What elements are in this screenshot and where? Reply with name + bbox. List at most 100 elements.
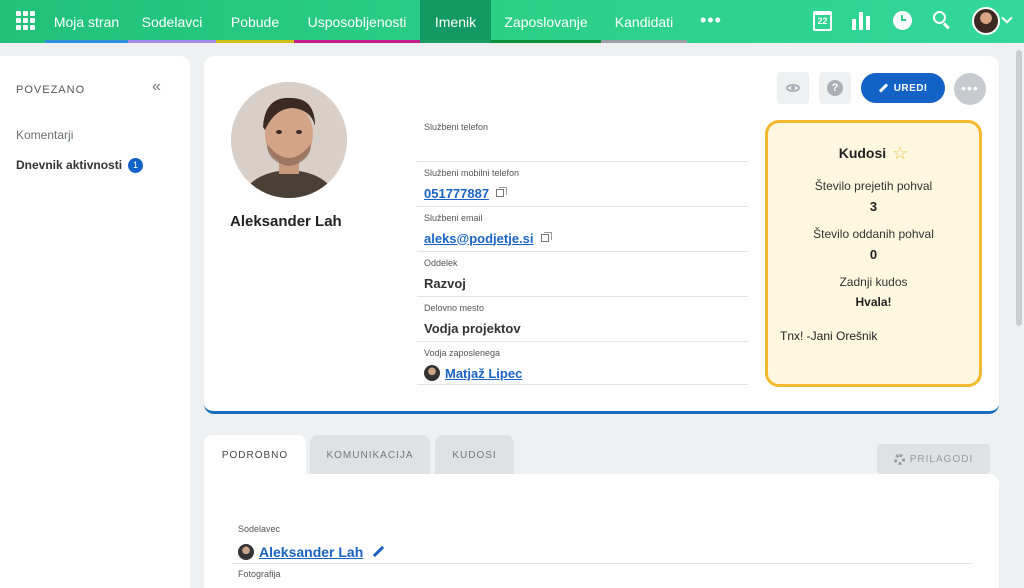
tab-details[interactable]: PODROBNO (204, 435, 306, 475)
nav-item-zaposlovanje[interactable]: Zaposlovanje (491, 0, 601, 43)
chart-icon[interactable] (852, 12, 870, 30)
eye-icon (786, 84, 800, 92)
last-kudos-label: Zadnji kudos (839, 275, 908, 289)
field-label: Oddelek (424, 258, 458, 268)
nav-item-label: Moja stran (53, 13, 120, 30)
scrollbar[interactable] (1016, 50, 1022, 326)
kudos-card: Kudosi ☆ Število prejetih pohval 3 Števil… (765, 120, 982, 387)
nav-item-moja-stran[interactable]: Moja stran (45, 0, 128, 43)
divider (232, 563, 972, 564)
field-work-phone: Službeni telefon (417, 116, 748, 162)
profile-photo (231, 82, 347, 198)
nav-item-label: Usposobljenosti (307, 13, 407, 30)
edit-button[interactable]: UREDI (861, 73, 945, 103)
help-button[interactable]: ? (819, 72, 851, 104)
calendar-icon[interactable]: 22 (813, 11, 832, 31)
nav-item-accent-bar (45, 40, 128, 43)
customize-button-label: PRILAGODI (909, 453, 974, 465)
copy-icon[interactable] (496, 187, 508, 197)
nav-item-accent-bar (294, 40, 420, 43)
received-kudos-value: 3 (869, 199, 878, 214)
nav-item-accent-bar (491, 40, 601, 43)
contact-fields: Službeni telefon Službeni mobilni telefo… (417, 116, 748, 385)
gear-icon (893, 453, 905, 465)
star-icon[interactable]: ☆ (892, 143, 908, 163)
edit-button-label: UREDI (893, 82, 928, 94)
email-link[interactable]: aleks@podjetje.si (424, 231, 534, 246)
mobile-phone-link[interactable]: 051777887 (424, 186, 489, 201)
field-email: Službeni email aleks@podjetje.si (417, 207, 748, 252)
field-label: Vodja zaposlenega (424, 348, 501, 358)
sidebar-item-activity-log[interactable]: Dnevnik aktivnosti 1 (16, 158, 144, 173)
given-kudos-label: Število oddanih pohval (813, 227, 934, 241)
view-button[interactable] (777, 72, 809, 104)
coworker-label: Sodelavec (238, 524, 281, 534)
profile-name: Aleksander Lah (230, 213, 342, 230)
top-navigation-bar: Moja stran Sodelavci Pobude Usposobljenosti… (0, 0, 1024, 43)
field-department: Oddelek Razvoj (417, 252, 748, 297)
field-value: Razvoj (424, 275, 466, 291)
field-mobile-phone: Službeni mobilni telefon 051777887 (417, 162, 748, 207)
field-manager: Vodja zaposlenega Matjaž Lipec (417, 342, 748, 385)
received-kudos-label: Število prejetih pohval (814, 179, 933, 193)
nav-item-pobude[interactable]: Pobude (216, 0, 294, 43)
field-label: Delovno mesto (424, 303, 485, 313)
apps-grid-icon[interactable] (16, 11, 35, 30)
related-sidebar: POVEZANO « Komentarji Dnevnik aktivnosti… (0, 56, 190, 588)
count-badge: 1 (128, 158, 144, 173)
nav-item-label: Sodelavci (141, 13, 203, 30)
pencil-icon (879, 84, 888, 93)
field-label: Službeni telefon (424, 122, 489, 132)
sidebar-item-label: Komentarji (16, 128, 74, 142)
nav-item-sodelavci[interactable]: Sodelavci (128, 0, 216, 43)
manager-link[interactable]: Matjaž Lipec (445, 366, 522, 381)
more-options-button[interactable]: ••• (954, 73, 986, 105)
field-job-title: Delovno mesto Vodja projektov (417, 297, 748, 342)
last-kudos-message: Tnx! -Jani Orešnik (780, 329, 878, 343)
field-label: Službeni mobilni telefon (424, 168, 520, 178)
field-value-row: 051777887 (424, 184, 741, 202)
nav-more-button[interactable]: ••• (700, 10, 722, 31)
tab-communication[interactable]: KOMUNIKACIJA (310, 435, 430, 475)
avatar (238, 544, 254, 560)
nav-item-imenik[interactable]: Imenik (420, 0, 491, 43)
nav-item-usposobljenosti[interactable]: Usposobljenosti (294, 0, 420, 43)
kudos-title: Kudosi ☆ (768, 143, 979, 164)
nav-item-accent-bar (420, 40, 491, 43)
photo-label: Fotografija (238, 569, 281, 579)
nav-item-label: Kandidati (614, 13, 674, 30)
avatar (424, 365, 440, 381)
clock-icon[interactable] (893, 11, 912, 30)
last-kudos-value: Hvala! (855, 295, 892, 309)
nav-item-label: Imenik (434, 13, 477, 30)
profile-card: Aleksander Lah Službeni telefon Službeni… (204, 56, 999, 414)
coworker-link[interactable]: Aleksander Lah (259, 544, 363, 560)
chevron-down-icon[interactable] (1001, 12, 1013, 24)
field-value-row: aleks@podjetje.si (424, 229, 741, 247)
sidebar-item-comments[interactable]: Komentarji (16, 128, 73, 142)
field-value-row: Matjaž Lipec (424, 364, 741, 382)
field-label: Službeni email (424, 213, 483, 223)
nav-item-kandidati[interactable]: Kandidati (601, 0, 687, 43)
avatar[interactable] (972, 7, 1000, 35)
details-panel: Sodelavec Aleksander Lah Fotografija (204, 474, 999, 588)
nav-item-label: Pobude (230, 13, 280, 30)
field-value: Vodja projektov (424, 320, 521, 336)
nav-item-accent-bar (128, 40, 216, 43)
collapse-icon[interactable]: « (152, 78, 161, 96)
edit-pencil-icon[interactable] (372, 546, 384, 558)
nav-item-label: Zaposlovanje (504, 13, 588, 30)
kudos-title-label: Kudosi (838, 145, 887, 161)
nav-item-accent-bar (216, 40, 294, 43)
coworker-value-row: Aleksander Lah (238, 544, 384, 560)
given-kudos-value: 0 (869, 247, 878, 262)
tab-kudos[interactable]: KUDOSI (435, 435, 514, 475)
search-icon[interactable] (933, 11, 946, 24)
nav-item-accent-bar (601, 40, 687, 43)
copy-icon[interactable] (540, 232, 552, 242)
field-value (424, 138, 741, 156)
customize-button[interactable]: PRILAGODI (877, 444, 990, 474)
sidebar-title: POVEZANO (16, 84, 86, 96)
help-icon: ? (827, 80, 843, 96)
sidebar-item-label: Dnevnik aktivnosti (16, 158, 123, 172)
